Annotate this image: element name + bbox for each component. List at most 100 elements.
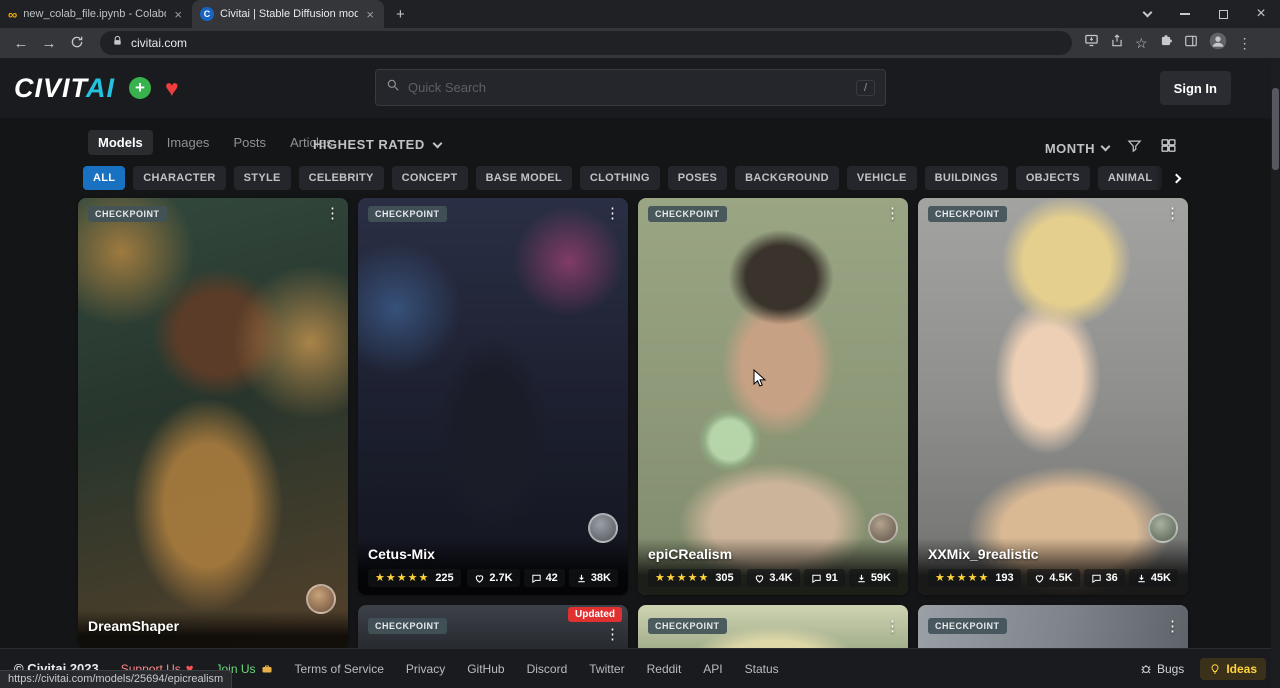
model-type-badge: CHECKPOINT	[648, 618, 727, 634]
browser-menu-icon[interactable]: ⋮	[1238, 36, 1252, 50]
tab-models[interactable]: Models	[88, 130, 153, 155]
model-card-dreamshaper[interactable]: CHECKPOINT ⋮ DreamShaper	[78, 198, 348, 650]
heart-icon	[474, 573, 485, 584]
footer-link-terms[interactable]: Terms of Service	[295, 662, 384, 676]
card-menu-button[interactable]: ⋮	[885, 617, 900, 635]
creator-avatar[interactable]	[868, 513, 898, 543]
window-controls: ×	[1128, 0, 1280, 28]
site-header: CIVITAI + ♥ / Sign In	[0, 58, 1280, 118]
category-chip[interactable]: CLOTHING	[580, 166, 660, 190]
footer-link-discord[interactable]: Discord	[527, 662, 568, 676]
footer-link-github[interactable]: GitHub	[467, 662, 504, 676]
model-card-xxmix9realistic[interactable]: CHECKPOINT ⋮ XXMix_9realistic ★★★★★ 193 …	[918, 198, 1188, 595]
creator-avatar[interactable]	[588, 513, 618, 543]
minimize-button[interactable]	[1166, 0, 1204, 28]
maximize-button[interactable]	[1204, 0, 1242, 28]
category-chip[interactable]: BUILDINGS	[925, 166, 1008, 190]
install-app-icon[interactable]	[1084, 33, 1099, 53]
share-icon[interactable]	[1110, 34, 1124, 53]
category-chip[interactable]: CONCEPT	[392, 166, 468, 190]
side-panel-icon[interactable]	[1184, 34, 1198, 53]
address-bar[interactable]: civitai.com	[100, 31, 1072, 55]
chevron-right-icon	[1172, 173, 1182, 183]
footer-link-twitter[interactable]: Twitter	[589, 662, 624, 676]
creator-avatar[interactable]	[1148, 513, 1178, 543]
comments-stat: 42	[524, 569, 565, 587]
search-bar[interactable]: /	[375, 69, 886, 106]
creator-avatar[interactable]	[306, 584, 336, 614]
model-card-cetus-mix[interactable]: CHECKPOINT ⋮ Cetus-Mix ★★★★★ 225 2.7K 42…	[358, 198, 628, 595]
footer-link-reddit[interactable]: Reddit	[647, 662, 682, 676]
comments-stat: 36	[1084, 569, 1125, 587]
categories-scroll-next-button[interactable]	[1154, 166, 1184, 190]
browser-tab-civitai[interactable]: C Civitai | Stable Diffusion models, ×	[192, 0, 384, 28]
rating-count: 193	[995, 572, 1013, 584]
tab-posts[interactable]: Posts	[223, 130, 276, 155]
category-chip[interactable]: OBJECTS	[1016, 166, 1090, 190]
model-preview-image	[918, 198, 1188, 595]
star-icons: ★★★★★	[655, 573, 709, 584]
card-info: DreamShaper	[78, 610, 348, 650]
sort-dropdown[interactable]: HIGHEST RATED	[313, 137, 441, 152]
model-type-badge: CHECKPOINT	[648, 206, 727, 222]
footer-link-status[interactable]: Status	[745, 662, 779, 676]
new-tab-button[interactable]: +	[396, 7, 405, 22]
bugs-button[interactable]: Bugs	[1140, 662, 1184, 676]
tab-close-icon[interactable]: ×	[172, 8, 184, 21]
back-button[interactable]: ←	[8, 36, 34, 51]
forward-button[interactable]: →	[36, 36, 62, 51]
model-preview-image	[78, 198, 348, 650]
create-plus-button[interactable]: +	[129, 77, 151, 99]
favorites-heart-button[interactable]: ♥	[165, 77, 179, 100]
close-button[interactable]: ×	[1242, 0, 1280, 28]
period-dropdown[interactable]: MONTH	[1045, 141, 1109, 156]
category-chip[interactable]: CELEBRITY	[299, 166, 384, 190]
scrollbar-thumb[interactable]	[1272, 88, 1279, 170]
model-card-epicrealism[interactable]: CHECKPOINT ⋮ epiCRealism ★★★★★ 305 3.4K …	[638, 198, 908, 595]
category-chip-all[interactable]: ALL	[83, 166, 125, 190]
reload-button[interactable]	[64, 35, 90, 52]
comment-icon	[531, 573, 542, 584]
ideas-button[interactable]: Ideas	[1200, 658, 1266, 680]
tab-close-icon[interactable]: ×	[364, 8, 376, 21]
tab-images[interactable]: Images	[157, 130, 220, 155]
model-title: epiCRealism	[648, 546, 898, 562]
card-menu-button[interactable]: ⋮	[605, 625, 620, 643]
card-menu-button[interactable]: ⋮	[605, 204, 620, 222]
footer-link-api[interactable]: API	[703, 662, 722, 676]
model-title: Cetus-Mix	[368, 546, 618, 562]
card-menu-button[interactable]: ⋮	[325, 204, 340, 222]
stat-group: 3.4K 91 59K	[747, 569, 898, 587]
url-text: civitai.com	[131, 36, 187, 50]
search-input[interactable]	[408, 80, 848, 95]
layout-toggle-icon[interactable]	[1160, 137, 1177, 159]
card-menu-button[interactable]: ⋮	[885, 204, 900, 222]
category-chip[interactable]: ANIMAL	[1098, 166, 1163, 190]
sign-in-button[interactable]: Sign In	[1160, 71, 1231, 105]
extensions-icon[interactable]	[1159, 34, 1173, 53]
category-chip[interactable]: POSES	[668, 166, 727, 190]
category-chip[interactable]: CHARACTER	[133, 166, 225, 190]
updated-badge: Updated	[568, 607, 622, 622]
page-scrollbar[interactable]	[1271, 58, 1280, 688]
category-chip[interactable]: STYLE	[234, 166, 291, 190]
status-url-tooltip: https://civitai.com/models/25694/epicrea…	[0, 670, 232, 688]
category-chip[interactable]: BACKGROUND	[735, 166, 839, 190]
category-chip[interactable]: BASE MODEL	[476, 166, 572, 190]
card-menu-button[interactable]: ⋮	[1165, 204, 1180, 222]
rating: ★★★★★ 193	[928, 569, 1021, 587]
civitai-logo[interactable]: CIVITAI	[14, 73, 115, 104]
card-menu-button[interactable]: ⋮	[1165, 617, 1180, 635]
bookmark-star-icon[interactable]: ☆	[1135, 36, 1148, 50]
category-chip[interactable]: VEHICLE	[847, 166, 917, 190]
filter-icon[interactable]	[1127, 138, 1142, 158]
model-type-badge: CHECKPOINT	[368, 206, 447, 222]
tab-search-chevron-icon[interactable]	[1128, 0, 1166, 28]
card-info: epiCRealism ★★★★★ 305 3.4K 91 59K	[638, 538, 908, 595]
browser-tab-colab[interactable]: ∞ new_colab_file.ipynb - Colaborat ×	[0, 0, 192, 28]
profile-avatar[interactable]	[1209, 32, 1227, 55]
rating-count: 225	[435, 572, 453, 584]
mouse-cursor	[753, 369, 769, 394]
category-chip-row: ALL CHARACTER STYLE CELEBRITY CONCEPT BA…	[83, 166, 1175, 190]
footer-link-privacy[interactable]: Privacy	[406, 662, 445, 676]
